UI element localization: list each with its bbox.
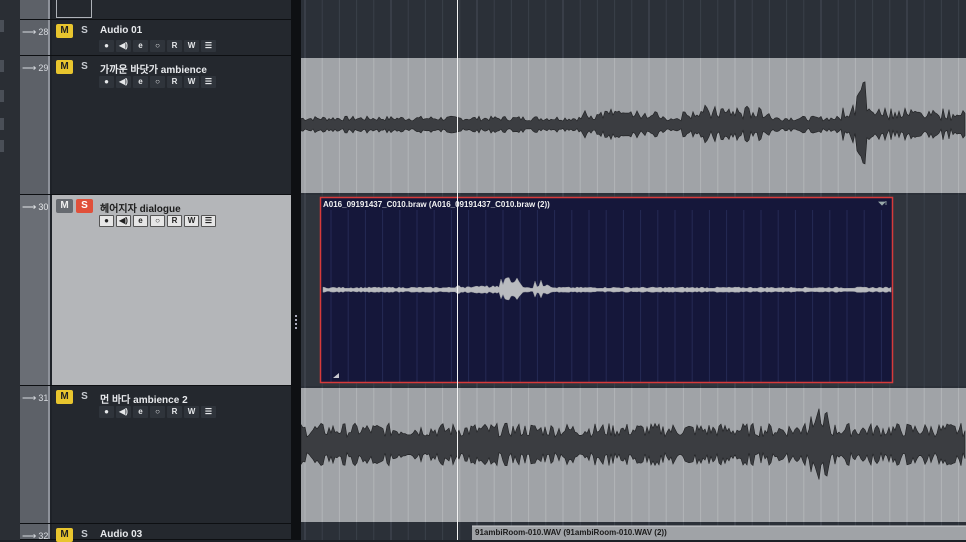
track-header-previous[interactable] <box>20 0 292 20</box>
track-number: ⟶ 30 <box>22 202 49 213</box>
read-automation-button[interactable]: R <box>167 76 182 88</box>
track-number: ⟶ 32 <box>22 531 49 542</box>
track-number-column <box>20 56 50 194</box>
left-zone-strip <box>0 0 21 540</box>
inserts-button[interactable]: ☰ <box>201 406 216 418</box>
strip-marker <box>0 60 4 72</box>
monitor-button[interactable]: ◀) <box>116 40 131 52</box>
inserts-button[interactable]: ☰ <box>201 215 216 227</box>
audio-track-icon: ⟶ <box>22 531 37 542</box>
event-title-dialogue[interactable]: A016_09191437_C010.braw (A016_09191437_C… <box>323 200 550 209</box>
event-display[interactable]: A016_09191437_C010.braw (A016_09191437_C… <box>301 0 966 540</box>
record-enable-button[interactable]: ● <box>99 406 114 418</box>
read-automation-button[interactable]: R <box>167 40 182 52</box>
track-number: ⟶ 29 <box>22 63 49 74</box>
audio-track-icon: ⟶ <box>22 393 37 404</box>
read-automation-button[interactable]: R <box>167 215 182 227</box>
track-header[interactable]: ⟶ 30 M S 헤어지자 dialogue ● ◀) e ○ R W ☰ <box>20 195 292 386</box>
record-enable-button[interactable]: ● <box>99 76 114 88</box>
track-list: ⟶ 28 M S Audio 01 ● ◀) e ○ R W ☰ ⟶ 29 M S 가까운 바닷… <box>20 0 292 542</box>
freeze-button[interactable]: ○ <box>150 406 165 418</box>
monitor-button[interactable]: ◀) <box>116 215 131 227</box>
inserts-button[interactable]: ☰ <box>201 76 216 88</box>
track-controls: ● ◀) e ○ R W ☰ <box>99 40 216 52</box>
edit-channel-button[interactable]: e <box>133 76 148 88</box>
strip-marker <box>0 118 4 130</box>
edit-channel-button[interactable]: e <box>133 40 148 52</box>
track-number: ⟶ 31 <box>22 393 49 404</box>
freeze-button[interactable]: ○ <box>150 76 165 88</box>
strip-marker <box>0 20 4 32</box>
track-number-column <box>20 386 50 523</box>
track-header[interactable]: ⟶ 31 M S 먼 바다 ambience 2 ● ◀) e ○ R W ☰ <box>20 386 292 524</box>
meter-frame <box>56 0 92 18</box>
audio-track-icon: ⟶ <box>22 202 37 213</box>
solo-button[interactable]: S <box>76 199 93 213</box>
track-number: ⟶ 28 <box>22 27 49 38</box>
audio-track-icon: ⟶ <box>22 63 37 74</box>
edit-channel-button[interactable]: e <box>133 215 148 227</box>
read-automation-button[interactable]: R <box>167 406 182 418</box>
track-name[interactable]: 헤어지자 dialogue <box>100 200 181 215</box>
record-enable-button[interactable]: ● <box>99 40 114 52</box>
write-automation-button[interactable]: W <box>184 40 199 52</box>
arrange-canvas <box>301 0 966 540</box>
track-name[interactable]: Audio 03 <box>100 529 142 540</box>
record-enable-button[interactable]: ● <box>99 215 114 227</box>
track-name[interactable]: 먼 바다 ambience 2 <box>100 391 188 406</box>
zone-splitter[interactable] <box>291 0 301 540</box>
write-automation-button[interactable]: W <box>184 76 199 88</box>
track-name[interactable]: 가까운 바닷가 ambience <box>100 61 207 76</box>
freeze-button[interactable]: ○ <box>150 215 165 227</box>
strip-marker <box>0 90 4 102</box>
event-title-ambi-room[interactable]: 91ambiRoom-010.WAV (91ambiRoom-010.WAV (… <box>475 528 667 537</box>
lane-track-28 <box>301 0 966 56</box>
splitter-grip-icon <box>295 315 299 329</box>
write-automation-button[interactable]: W <box>184 406 199 418</box>
track-controls: ● ◀) e ○ R W ☰ <box>99 215 216 227</box>
track-controls: ● ◀) e ○ R W ☰ <box>99 76 216 88</box>
monitor-button[interactable]: ◀) <box>116 76 131 88</box>
edit-channel-button[interactable]: e <box>133 406 148 418</box>
strip-marker <box>0 140 4 152</box>
track-header[interactable]: ⟶ 29 M S 가까운 바닷가 ambience ● ◀) e ○ R W ☰ <box>20 56 292 195</box>
track-name[interactable]: Audio 01 <box>100 25 142 36</box>
audio-track-icon: ⟶ <box>22 27 37 38</box>
track-controls: ● ◀) e ○ R W ☰ <box>99 406 216 418</box>
solo-button[interactable]: S <box>76 60 93 74</box>
mute-button[interactable]: M <box>56 199 73 213</box>
solo-button[interactable]: S <box>76 24 93 38</box>
inserts-button[interactable]: ☰ <box>201 40 216 52</box>
track-header[interactable]: ⟶ 32 M S Audio 03 <box>20 524 292 542</box>
project-cursor[interactable] <box>457 0 458 540</box>
mute-button[interactable]: M <box>56 24 73 38</box>
track-header[interactable]: ⟶ 28 M S Audio 01 ● ◀) e ○ R W ☰ <box>20 20 292 56</box>
write-automation-button[interactable]: W <box>184 215 199 227</box>
mute-button[interactable]: M <box>56 390 73 404</box>
mute-button[interactable]: M <box>56 60 73 74</box>
monitor-button[interactable]: ◀) <box>116 406 131 418</box>
freeze-button[interactable]: ○ <box>150 40 165 52</box>
track-number-column <box>20 195 50 385</box>
solo-button[interactable]: S <box>76 390 93 404</box>
